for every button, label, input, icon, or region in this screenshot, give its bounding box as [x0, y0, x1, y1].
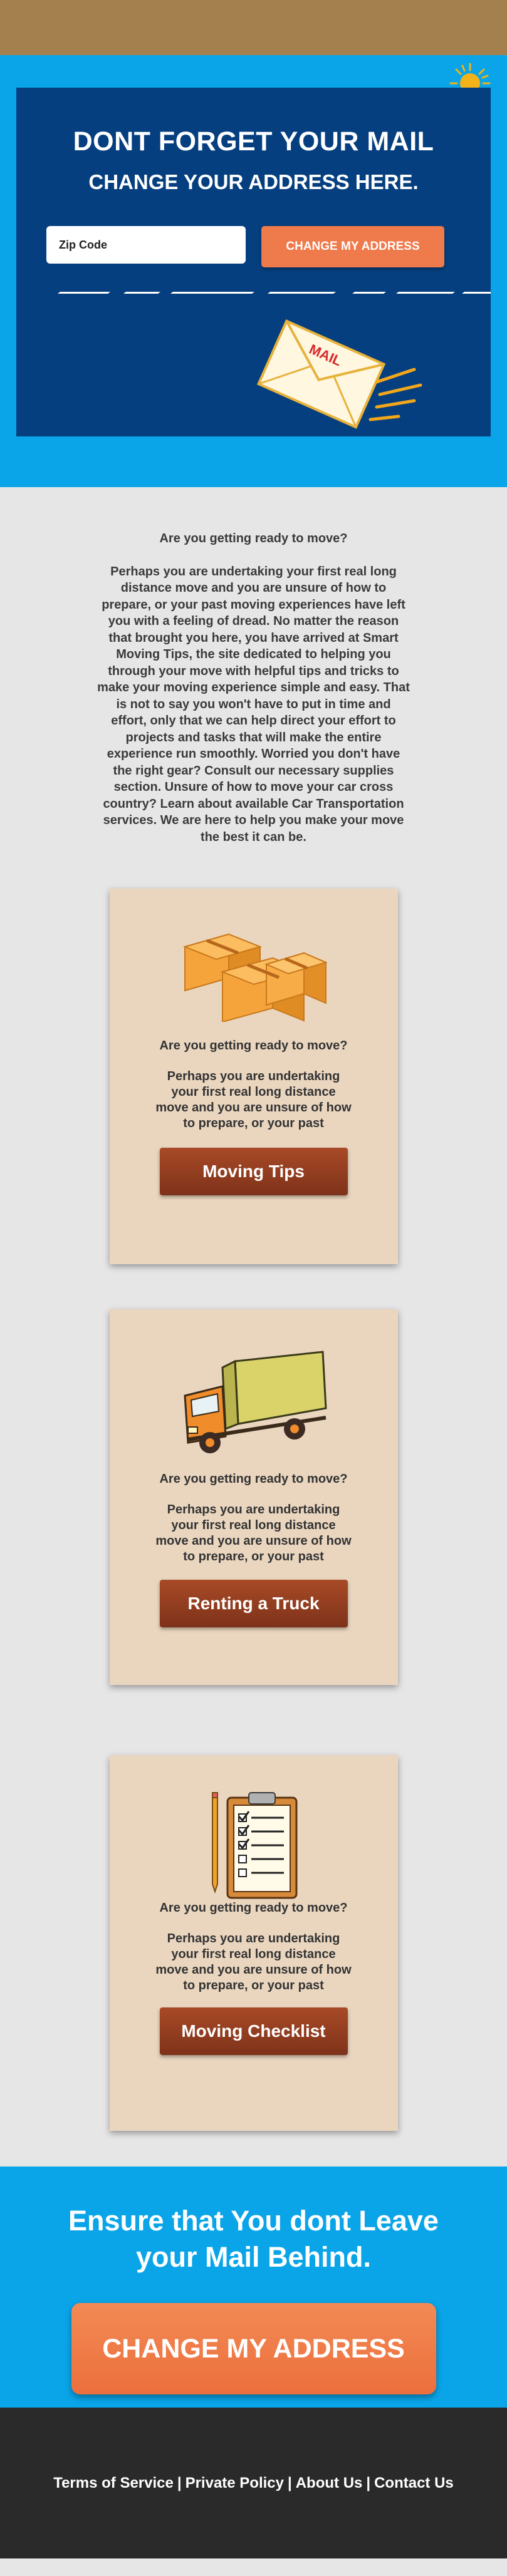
footer-separator: | [366, 2475, 371, 2491]
cta-heading: Ensure that You dont Leave your Mail Beh… [68, 2205, 439, 2273]
card-body: Perhaps you are undertaking your first r… [155, 1503, 352, 1564]
card-heading: Are you getting ready to move? [159, 1039, 348, 1053]
card-body: Perhaps you are undertaking your first r… [155, 1932, 352, 1992]
footer: Terms of Service | Private Policy | About Us… [0, 2408, 507, 2558]
footer-link-about[interactable]: About Us [296, 2475, 363, 2491]
card-heading: Are you getting ready to move? [159, 1901, 348, 1915]
checklist-icon [211, 1792, 297, 1899]
hero-banner: DONT FORGET YOUR MAIL CHANGE YOUR ADDRES… [16, 88, 491, 436]
renting-truck-button[interactable]: Renting a Truck [159, 1580, 348, 1627]
top-bar [0, 0, 507, 55]
intro-heading: Are you getting ready to move? [159, 532, 348, 545]
footer-link-privacy[interactable]: Private Policy [186, 2475, 284, 2491]
footer-link-contact[interactable]: Contact Us [374, 2475, 454, 2491]
intro-section: Are you getting ready to move? Perhaps y… [97, 487, 410, 845]
hero-subtitle: CHANGE YOUR ADDRESS HERE. [88, 170, 419, 193]
moving-tips-card: Are you getting ready to move? Perhaps y… [109, 889, 398, 1264]
moving-tips-button[interactable]: Moving Tips [159, 1148, 348, 1195]
footer-separator: | [177, 2475, 182, 2491]
cta-section: Ensure that You dont Leave your Mail Beh… [0, 2166, 507, 2408]
footer-link-terms[interactable]: Terms of Service [53, 2475, 174, 2491]
change-address-button[interactable]: CHANGE MY ADDRESS [261, 226, 444, 267]
truck-icon [183, 1351, 327, 1453]
mail-envelope-icon: MAIL [256, 319, 422, 429]
boxes-icon [182, 933, 328, 1022]
zip-code-input[interactable] [46, 226, 246, 264]
renting-truck-card: Are you getting ready to move? Perhaps y… [109, 1309, 398, 1685]
intro-body: Perhaps you are undertaking your first r… [97, 564, 410, 844]
cta-change-address-button[interactable]: CHANGE MY ADDRESS [71, 2303, 436, 2394]
card-body: Perhaps you are undertaking your first r… [155, 1069, 352, 1130]
hero-title: DONT FORGET YOUR MAIL [73, 126, 434, 157]
moving-checklist-button[interactable]: Moving Checklist [159, 2007, 348, 2055]
moving-checklist-card: Are you getting ready to move? Perhaps y… [109, 1755, 398, 2131]
hero-section: DONT FORGET YOUR MAIL CHANGE YOUR ADDRES… [0, 55, 507, 487]
motion-lines [58, 292, 491, 294]
footer-separator: | [288, 2475, 292, 2491]
card-heading: Are you getting ready to move? [159, 1472, 348, 1486]
